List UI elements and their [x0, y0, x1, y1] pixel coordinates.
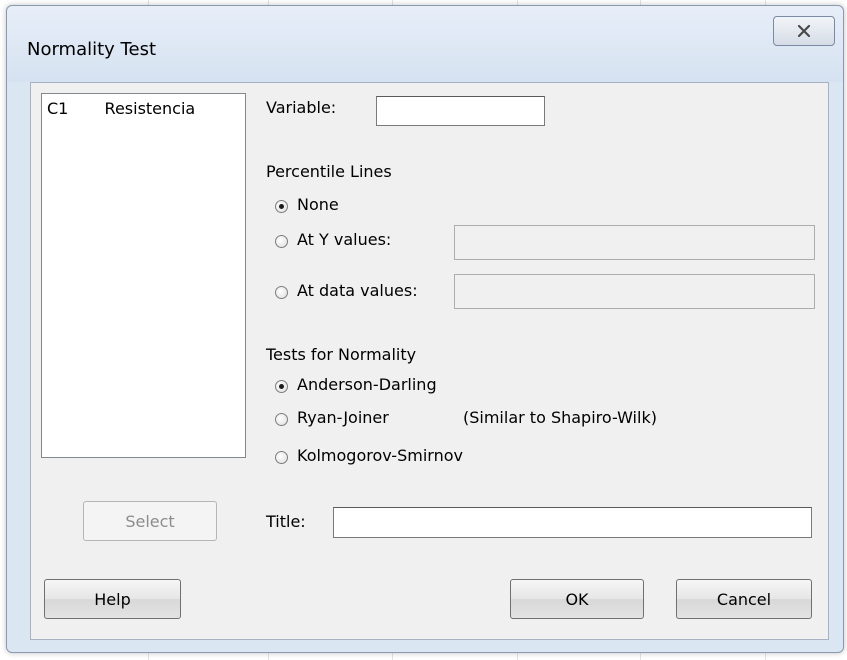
select-button[interactable]: Select — [83, 501, 217, 541]
radio-at-y-values[interactable] — [275, 235, 288, 248]
variables-listbox[interactable]: C1 Resistencia — [41, 93, 246, 458]
radio-at-data-values[interactable] — [275, 286, 288, 299]
radio-anderson-darling[interactable] — [275, 380, 288, 393]
radio-kolmogorov-smirnov[interactable] — [275, 451, 288, 464]
cancel-button[interactable]: Cancel — [676, 579, 812, 619]
ryan-joiner-note: (Similar to Shapiro-Wilk) — [463, 408, 657, 427]
column-id: C1 — [47, 99, 69, 118]
radio-ryan-joiner-label: Ryan-Joiner — [297, 408, 389, 427]
column-name: Resistencia — [104, 99, 196, 118]
radio-at-y-values-label: At Y values: — [297, 230, 392, 249]
variable-input[interactable] — [376, 96, 545, 126]
close-button[interactable] — [773, 16, 835, 46]
percentile-lines-heading: Percentile Lines — [266, 162, 392, 181]
at-y-values-input[interactable] — [454, 225, 815, 260]
radio-selected-dot — [279, 204, 284, 209]
dialog-title: Normality Test — [27, 39, 157, 60]
radio-anderson-darling-label: Anderson-Darling — [297, 375, 437, 394]
title-bar: Normality Test — [7, 6, 843, 82]
variable-label: Variable: — [266, 98, 337, 117]
list-item[interactable]: C1 Resistencia — [47, 99, 195, 118]
title-input[interactable] — [333, 507, 812, 538]
radio-ryan-joiner[interactable] — [275, 413, 288, 426]
title-label: Title: — [266, 512, 306, 531]
dialog-client-area: C1 Resistencia Variable: Percentile Line… — [30, 82, 829, 640]
radio-at-data-values-label: At data values: — [297, 281, 418, 300]
at-data-values-input[interactable] — [454, 274, 815, 309]
help-button[interactable]: Help — [44, 579, 181, 619]
radio-selected-dot — [279, 384, 284, 389]
radio-kolmogorov-smirnov-label: Kolmogorov-Smirnov — [297, 446, 463, 465]
radio-none-label: None — [297, 195, 339, 214]
normality-test-dialog: Normality Test C1 Resistencia Variable: … — [6, 5, 844, 653]
close-icon — [797, 24, 811, 38]
ok-button[interactable]: OK — [510, 579, 644, 619]
radio-none[interactable] — [275, 200, 288, 213]
tests-heading: Tests for Normality — [266, 345, 417, 364]
